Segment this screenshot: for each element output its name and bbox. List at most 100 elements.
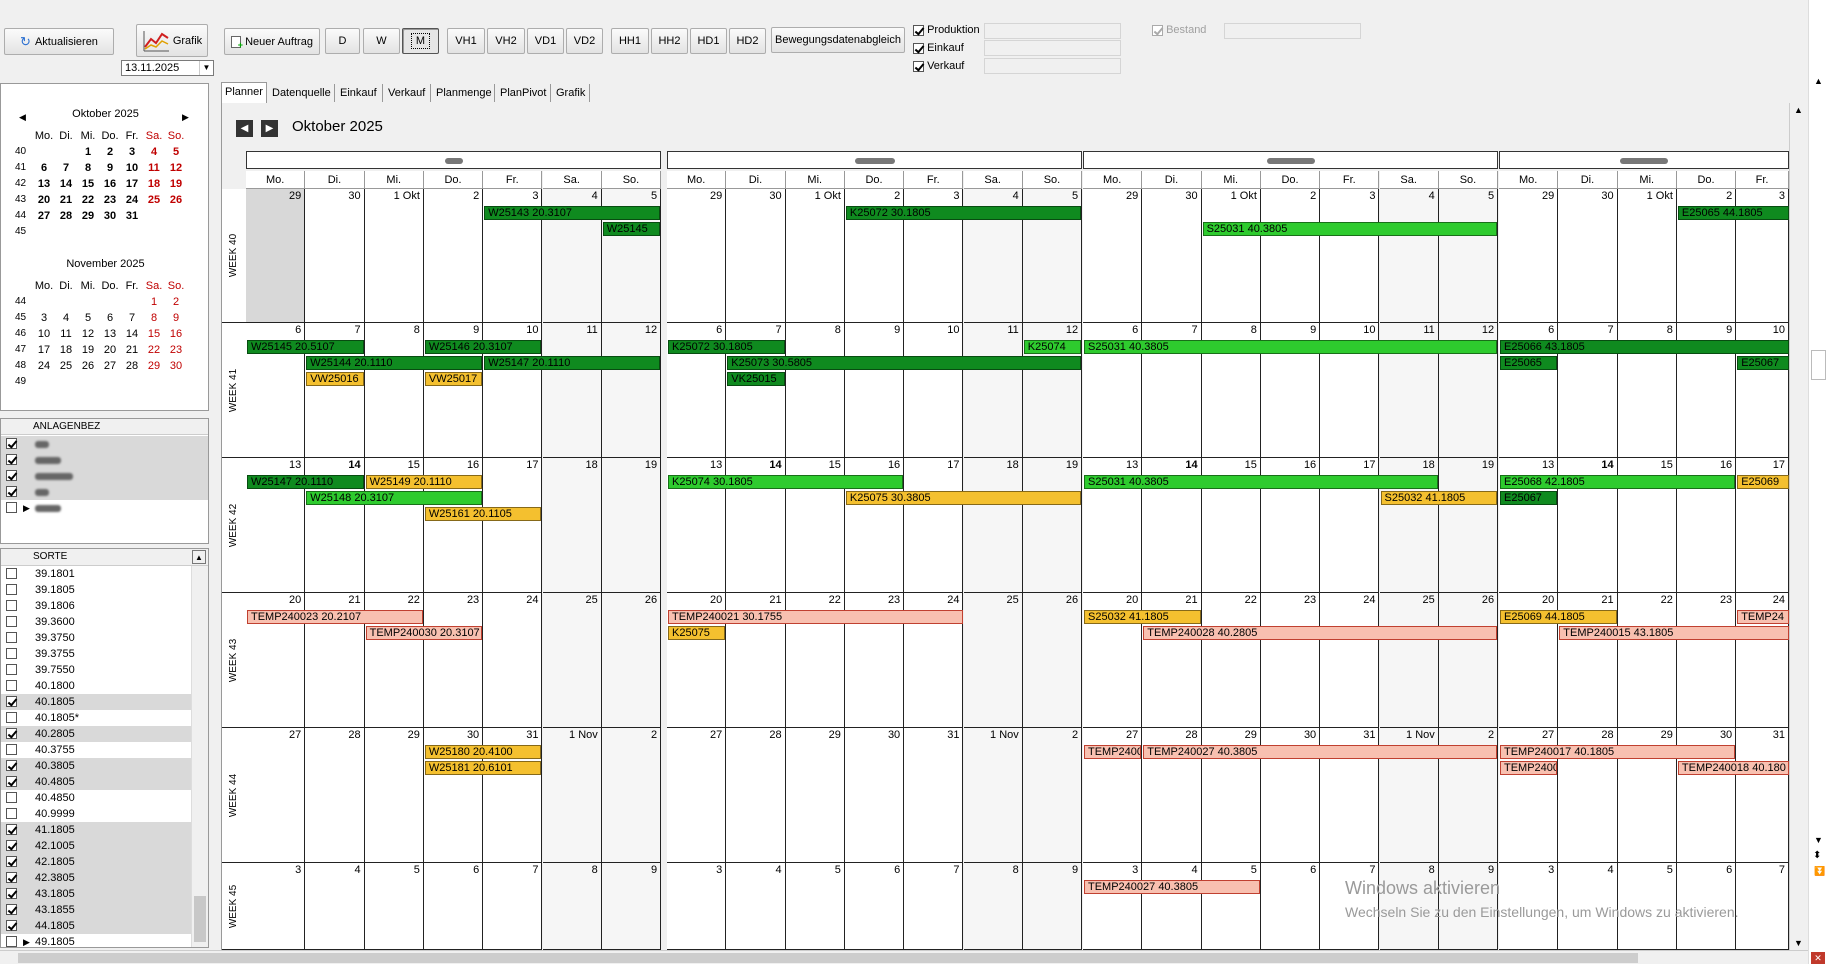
day-cell[interactable]: 30 (1558, 189, 1618, 323)
mini-day[interactable]: 11 (55, 326, 77, 342)
mini-day[interactable]: 18 (55, 342, 77, 358)
sort-row[interactable]: 42.3805 (1, 870, 191, 886)
day-cell[interactable]: 3 (1083, 863, 1143, 950)
day-cell[interactable]: 8 (963, 863, 1023, 950)
planner-event[interactable]: TEMP24 (1737, 610, 1789, 624)
planner-event[interactable]: W25145 20.5107 (247, 340, 364, 354)
tab-datenquelle[interactable]: Datenquelle (269, 84, 335, 102)
mini-day[interactable]: 14 (121, 326, 143, 342)
planner-event[interactable]: TEMP240021 30.1755 (668, 610, 963, 624)
planner-event[interactable]: E25069 44.1805 (1500, 610, 1617, 624)
hh2-button[interactable]: HH2 (651, 28, 688, 54)
mini-day[interactable]: 4 (55, 310, 77, 326)
day-cell[interactable]: 29 (785, 728, 845, 863)
planner-event[interactable]: W25149 20.1110 (365, 475, 483, 489)
tab-verkauf[interactable]: Verkauf (385, 84, 431, 102)
day-cell[interactable]: 9 (601, 863, 662, 950)
sort-row[interactable]: 39.1806 (1, 598, 191, 614)
plant-checkbox[interactable] (6, 454, 17, 465)
planner-event[interactable]: W25143 20.3107 (484, 206, 661, 220)
new-order-button[interactable]: + Neuer Auftrag (224, 28, 320, 55)
planner-event[interactable]: E25066 43.1805 (1500, 340, 1789, 354)
planner-vscrollbar[interactable]: ▲ ▼ (1789, 103, 1806, 950)
sort-checkbox[interactable] (6, 712, 17, 723)
planner-event[interactable]: W25147 20.1110 (247, 475, 364, 489)
view-week-button[interactable]: W (363, 28, 400, 54)
planner-event[interactable]: K25075 30.3805 (845, 491, 1082, 505)
tab-planner[interactable]: Planner (221, 82, 267, 103)
sort-row[interactable]: 39.3750 (1, 630, 191, 646)
sort-checkbox[interactable] (6, 648, 17, 659)
mini-day[interactable]: 30 (165, 358, 187, 374)
sort-row[interactable]: 41.1805 (1, 822, 191, 838)
day-cell[interactable]: 27 (246, 728, 306, 863)
pin-icon[interactable]: ⬍ (1813, 850, 1821, 861)
day-cell[interactable]: 5 (1201, 863, 1261, 950)
planner-event[interactable]: K25072 30.1805 (845, 206, 1082, 220)
planner-event[interactable]: W25144 20.1110 (306, 356, 483, 370)
sort-row[interactable]: 39.3600 (1, 614, 191, 630)
day-cell[interactable]: 5 (364, 863, 424, 950)
vh2-button[interactable]: VH2 (487, 28, 525, 54)
sort-checkbox[interactable] (6, 904, 17, 915)
vd2-button[interactable]: VD2 (566, 28, 603, 54)
mini-day[interactable]: 27 (33, 208, 55, 224)
hd1-button[interactable]: HD1 (690, 28, 727, 54)
mini-day[interactable]: 4 (143, 144, 165, 160)
planner-event[interactable]: VK25015 (727, 372, 785, 386)
outer-vscrollbar[interactable]: ▲ ▼ ⬍ ⏬ (1808, 0, 1827, 964)
planner-event[interactable]: TEMP240028 40.2805 (1143, 626, 1498, 640)
sort-checkbox[interactable] (6, 632, 17, 643)
planner-event[interactable]: TEMP240017 40.1805 (1500, 745, 1736, 759)
planner-event[interactable]: K25074 (1023, 340, 1082, 354)
day-cell[interactable]: 30 (305, 189, 365, 323)
refresh-button[interactable]: ↻ Aktualisieren (4, 28, 114, 55)
mini-day[interactable]: 14 (55, 176, 77, 192)
day-cell[interactable]: 29 (246, 189, 306, 323)
day-cell[interactable]: 8 (364, 323, 424, 458)
day-cell[interactable]: 2 (1022, 728, 1083, 863)
mini-day[interactable]: 7 (121, 310, 143, 326)
mini-day[interactable]: 22 (143, 342, 165, 358)
mini-day[interactable]: 17 (33, 342, 55, 358)
day-cell[interactable]: 23 (1676, 593, 1737, 728)
mini-day[interactable]: 24 (121, 192, 143, 208)
mini-day[interactable]: 16 (99, 176, 121, 192)
tab-einkauf[interactable]: Einkauf (337, 84, 383, 102)
vh1-button[interactable]: VH1 (447, 28, 485, 54)
mini-day[interactable]: 13 (33, 176, 55, 192)
day-cell[interactable]: 25 (963, 593, 1023, 728)
outer-scroll-down-icon[interactable]: ▼ (1814, 835, 1823, 845)
sort-row[interactable]: 39.3755 (1, 646, 191, 662)
day-cell[interactable]: 3 (1320, 189, 1380, 323)
tab-planmenge[interactable]: Planmenge (433, 84, 495, 102)
planner-event[interactable]: E25068 42.1805 (1500, 475, 1736, 489)
planner-event[interactable]: S25032 41.1805 (1084, 610, 1201, 624)
sort-row[interactable]: 40.3755 (1, 742, 191, 758)
sort-row[interactable]: 40.4805 (1, 774, 191, 790)
planner-event[interactable]: S25032 41.1805 (1380, 491, 1498, 505)
planner-hscrollbar[interactable] (0, 950, 1808, 964)
day-cell[interactable]: 22 (1201, 593, 1261, 728)
day-cell[interactable]: 1 Okt (1617, 189, 1677, 323)
sort-checkbox[interactable] (6, 600, 17, 611)
day-cell[interactable]: 7 (904, 863, 964, 950)
sort-checkbox[interactable] (6, 776, 17, 787)
day-cell[interactable]: 2 (423, 189, 484, 323)
sort-ascending-icon[interactable]: ▲ (192, 550, 206, 564)
day-cell[interactable]: 1 Nov (963, 728, 1023, 863)
day-cell[interactable]: 3 (246, 863, 306, 950)
sort-row[interactable]: 49.1805 ▶ (1, 934, 191, 950)
mini-day[interactable]: 15 (143, 326, 165, 342)
sort-row[interactable]: 40.1800 (1, 678, 191, 694)
plant-checkbox[interactable] (6, 486, 17, 497)
planner-event[interactable]: E25065 44.1805 (1677, 206, 1789, 220)
mini-day[interactable]: 20 (99, 342, 121, 358)
next-month-button[interactable]: ▶ (261, 120, 278, 137)
mini-day[interactable]: 10 (33, 326, 55, 342)
sort-row[interactable]: 42.1005 (1, 838, 191, 854)
mini-day[interactable]: 10 (121, 160, 143, 176)
planner-event[interactable]: E25067 (1737, 356, 1789, 370)
mini-day[interactable]: 29 (143, 358, 165, 374)
day-cell[interactable]: 25 (1379, 593, 1439, 728)
